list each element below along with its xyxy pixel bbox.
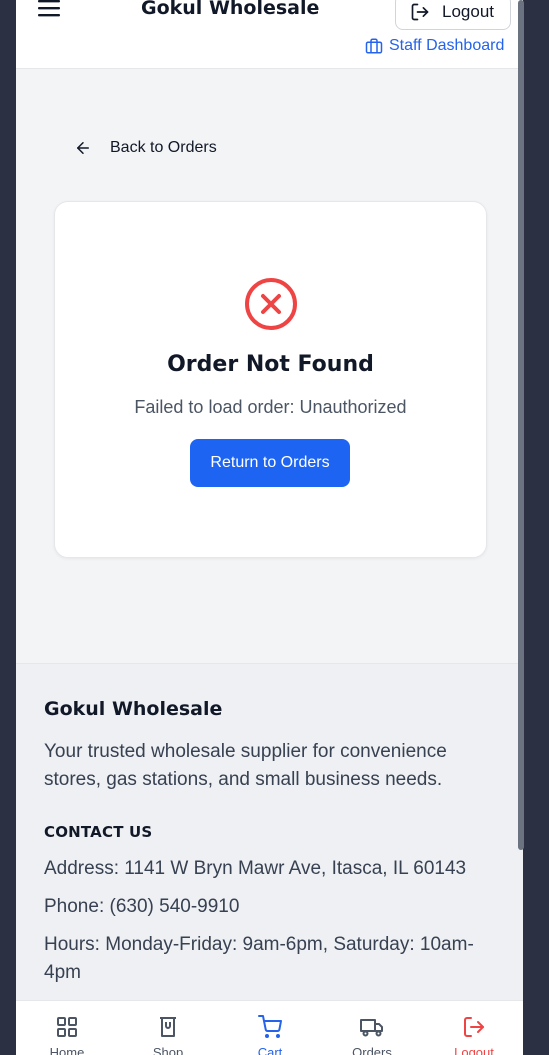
briefcase-icon xyxy=(365,38,383,54)
nav-cart-label: Cart xyxy=(257,1045,283,1055)
error-title: Order Not Found xyxy=(167,352,374,377)
bottom-nav: Home Shop Cart Orders Logout xyxy=(16,1000,523,1055)
brand-title[interactable]: Gokul Wholesale xyxy=(141,0,319,19)
footer-description: Your trusted wholesale supplier for conv… xyxy=(44,741,447,790)
nav-home[interactable]: Home xyxy=(27,1015,107,1055)
logout-button[interactable]: Logout xyxy=(395,0,511,30)
footer-title: Gokul Wholesale xyxy=(44,698,223,720)
footer-phone: Phone: (630) 540-9910 xyxy=(44,896,240,917)
back-label: Back to Orders xyxy=(110,139,217,156)
cart-icon xyxy=(258,1015,282,1038)
staff-dashboard-label: Staff Dashboard xyxy=(389,37,505,54)
nav-orders[interactable]: Orders xyxy=(332,1015,412,1055)
logout-icon xyxy=(411,3,429,21)
grid-icon xyxy=(57,1017,77,1037)
logout-label: Logout xyxy=(442,2,494,21)
nav-shop[interactable]: Shop xyxy=(128,1015,208,1055)
footer-hours: Hours: Monday-Friday: 9am-6pm, Saturday:… xyxy=(44,934,474,983)
scroll-rail xyxy=(523,0,549,1055)
back-to-orders-link[interactable]: Back to Orders xyxy=(74,139,217,157)
nav-home-label: Home xyxy=(49,1045,85,1055)
hamburger-menu-icon[interactable] xyxy=(38,0,62,20)
scrollbar-thumb[interactable] xyxy=(518,0,524,850)
app-frame: Gokul Wholesale Logout Staff Dashboard B… xyxy=(16,0,523,1055)
return-to-orders-button[interactable]: Return to Orders xyxy=(190,439,350,487)
nav-logout-label: Logout xyxy=(454,1045,494,1055)
nav-shop-label: Shop xyxy=(152,1045,184,1055)
contact-heading: CONTACT US xyxy=(44,823,153,841)
footer: Gokul Wholesale Your trusted wholesale s… xyxy=(16,663,523,1003)
top-header: Gokul Wholesale Logout Staff Dashboard xyxy=(16,0,523,69)
staff-dashboard-link[interactable]: Staff Dashboard xyxy=(365,37,504,55)
shop-icon xyxy=(160,1017,176,1037)
nav-cart[interactable]: Cart xyxy=(230,1015,310,1055)
truck-icon xyxy=(360,1019,383,1037)
error-x-circle-icon xyxy=(245,278,297,330)
arrow-left-icon xyxy=(77,142,89,154)
error-card: Order Not Found Failed to load order: Un… xyxy=(54,201,487,558)
nav-orders-label: Orders xyxy=(352,1045,392,1055)
error-message: Failed to load order: Unauthorized xyxy=(134,397,407,417)
footer-address: Address: 1141 W Bryn Mawr Ave, Itasca, I… xyxy=(44,858,467,879)
logout-icon xyxy=(464,1017,484,1037)
nav-logout[interactable]: Logout xyxy=(434,1015,514,1055)
